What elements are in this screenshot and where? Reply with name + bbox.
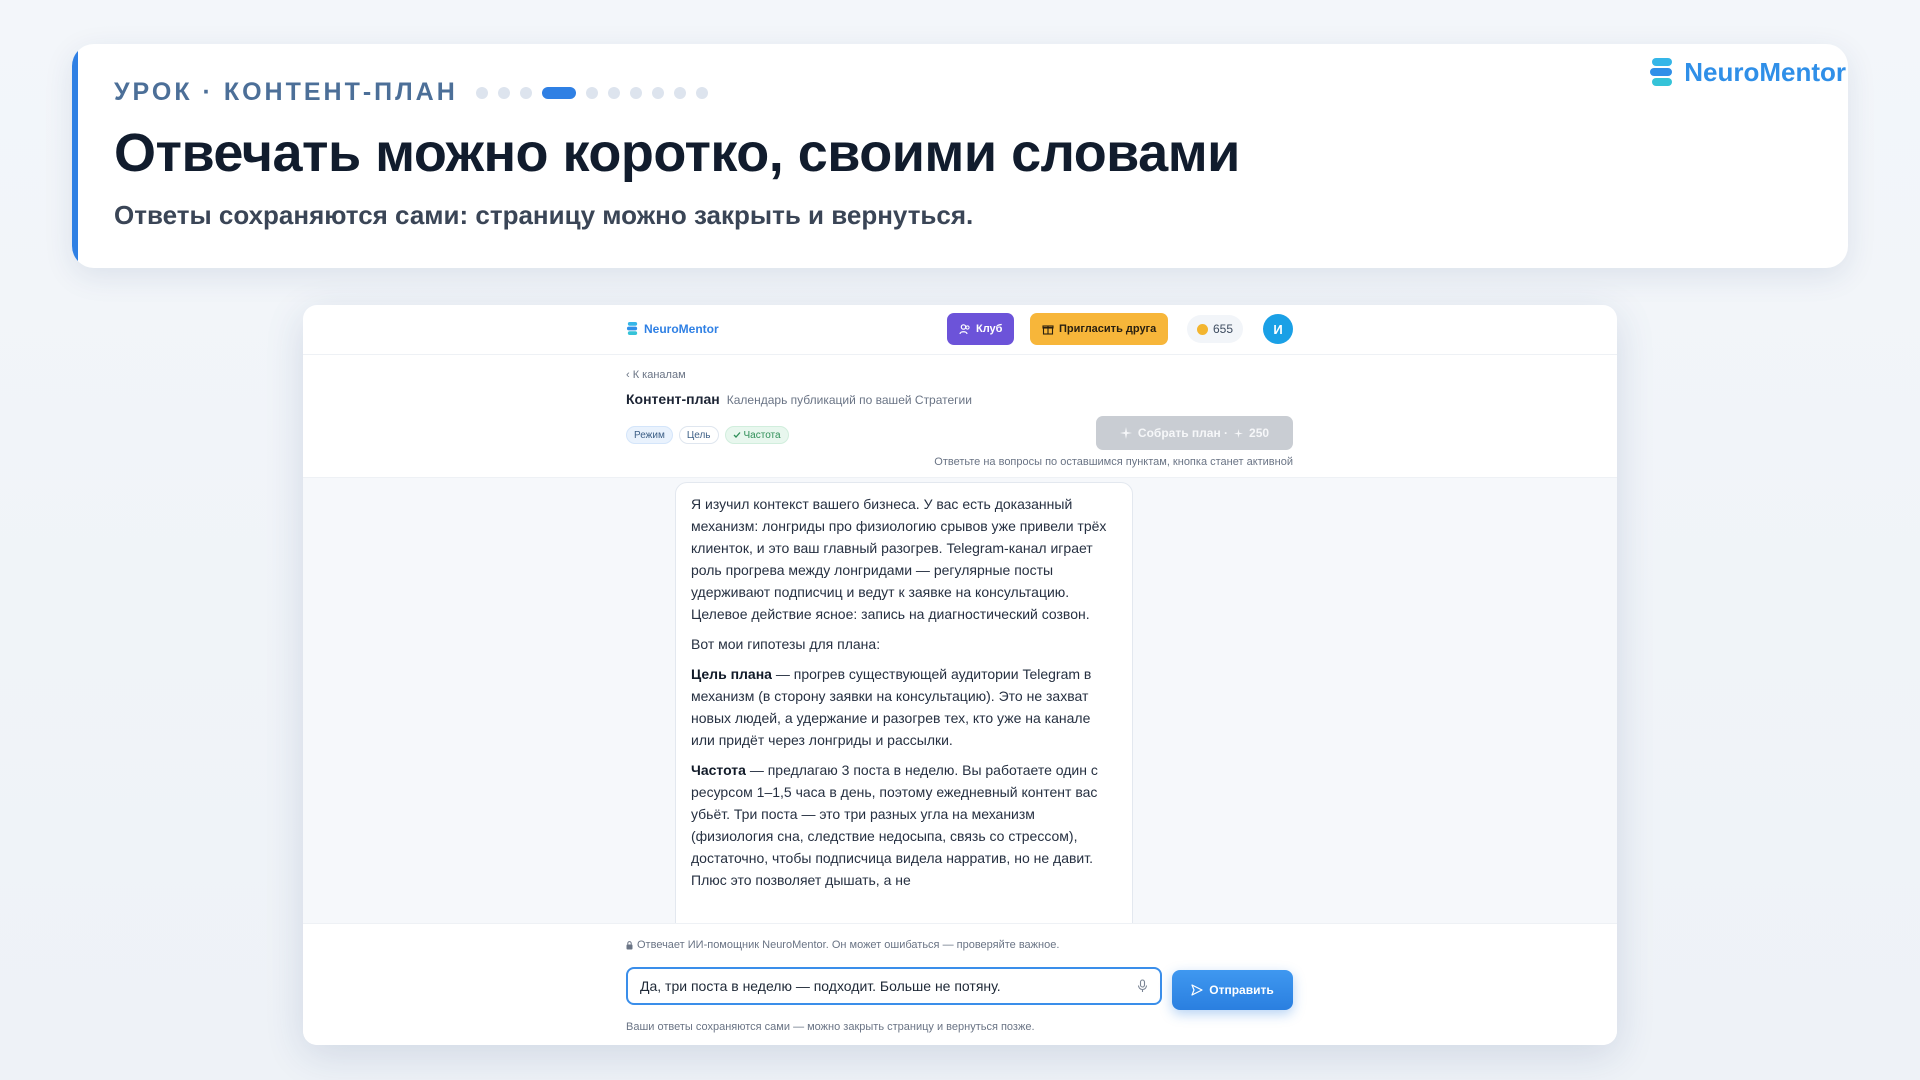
assistant-message: Я изучил контекст вашего бизнеса. У вас …: [675, 482, 1133, 923]
chat-area[interactable]: Я изучил контекст вашего бизнеса. У вас …: [303, 478, 1617, 923]
app-header: NeuroMentor Клуб Пригласить друга 655 И: [303, 305, 1617, 355]
send-button-label: Отправить: [1209, 983, 1274, 997]
progress-dot: [651, 86, 664, 99]
invite-friend-label: Пригласить друга: [1059, 323, 1157, 335]
page-title-row: Контент-план Календарь публикаций по ваш…: [626, 391, 972, 407]
message-paragraph: Частота — предлагаю 3 поста в неделю. Вы…: [691, 759, 1117, 891]
build-plan-hint: Ответьте на вопросы по оставшимся пункта…: [934, 456, 1293, 468]
microphone-icon[interactable]: [1137, 979, 1148, 993]
progress-dot: [475, 86, 488, 99]
ai-disclaimer-text: Отвечает ИИ-помощник NeuroMentor. Он мож…: [637, 939, 1060, 951]
back-to-channels-link[interactable]: ‹ К каналам: [626, 369, 686, 381]
club-button-label: Клуб: [976, 323, 1003, 335]
progress-dot: [607, 86, 620, 99]
check-icon: [733, 432, 741, 438]
progress-dot: [519, 86, 532, 99]
message-bold: Частота: [691, 762, 746, 778]
app-brand[interactable]: NeuroMentor: [626, 321, 719, 336]
avatar[interactable]: И: [1263, 314, 1293, 344]
accent-bar: [72, 44, 78, 268]
chip-label: Цель: [686, 429, 711, 441]
progress-dot: [673, 86, 686, 99]
progress-dot-current: [541, 86, 576, 99]
ai-disclaimer: Отвечает ИИ-помощник NeuroMentor. Он мож…: [626, 939, 1059, 951]
coin-balance[interactable]: 655: [1187, 315, 1244, 343]
lesson-eyebrow-text: УРОК · КОНТЕНТ-ПЛАН: [114, 78, 458, 106]
build-plan-cost: 250: [1249, 426, 1270, 440]
message-bold: Цель плана: [691, 666, 772, 682]
invite-friend-button[interactable]: Пригласить друга: [1030, 313, 1169, 345]
brand-name: NeuroMentor: [1684, 56, 1846, 87]
users-icon: [959, 324, 970, 335]
progress-dot: [585, 86, 598, 99]
app-window: NeuroMentor Клуб Пригласить друга 655 И …: [303, 305, 1617, 1045]
autosave-note: Ваши ответы сохраняются сами — можно зак…: [626, 1021, 1035, 1033]
page-title: Контент-план: [626, 391, 720, 407]
coin-icon: [1197, 323, 1208, 335]
progress-dot: [695, 86, 708, 99]
send-button[interactable]: Отправить: [1172, 970, 1293, 1010]
lesson-progress-dots: [475, 86, 708, 99]
brand-logo: NeuroMentor: [1648, 56, 1846, 88]
coin-balance-value: 655: [1213, 322, 1234, 336]
sparkle-icon: [1119, 427, 1132, 439]
send-icon: [1191, 984, 1203, 996]
message-paragraph: Цель плана — прогрев существующей аудито…: [691, 663, 1117, 751]
composer: Отвечает ИИ-помощник NeuroMentor. Он мож…: [303, 923, 1617, 1045]
progress-chips: Режим Цель Частота: [626, 426, 789, 444]
message-paragraph: Вот мои гипотезы для плана:: [691, 636, 881, 652]
app-brand-name: NeuroMentor: [644, 321, 719, 336]
page-description: Календарь публикаций по вашей Стратегии: [726, 393, 972, 407]
message-text: — предлагаю 3 поста в неделю. Вы работае…: [691, 762, 1098, 888]
neuromentor-logo-icon: [626, 322, 638, 335]
chip-mode[interactable]: Режим: [626, 426, 673, 444]
chip-frequency[interactable]: Частота: [724, 426, 789, 444]
message-input-box[interactable]: [626, 967, 1162, 1005]
chip-goal[interactable]: Цель: [678, 426, 719, 444]
sparkle-icon: [1234, 428, 1244, 438]
club-button[interactable]: Клуб: [947, 313, 1015, 345]
chip-label: Режим: [634, 429, 665, 441]
build-plan-button[interactable]: Собрать план · 250: [1096, 416, 1293, 450]
lesson-eyebrow: УРОК · КОНТЕНТ-ПЛАН: [114, 78, 708, 107]
neuromentor-logo-icon: [1650, 58, 1673, 86]
lesson-card: УРОК · КОНТЕНТ-ПЛАН Отвечать можно корот…: [72, 44, 1848, 268]
progress-dot: [629, 86, 642, 99]
build-plan-label: Собрать план ·: [1137, 426, 1229, 440]
lesson-title: Отвечать можно коротко, своими словами: [114, 123, 1240, 183]
message-paragraph: Я изучил контекст вашего бизнеса. У вас …: [691, 496, 1107, 622]
message-input[interactable]: [640, 978, 1137, 994]
chip-label: Частота: [743, 429, 781, 441]
gift-icon: [1042, 325, 1054, 335]
lock-icon: [626, 940, 633, 949]
progress-dot: [497, 86, 510, 99]
page-top: ‹ К каналам Контент-план Календарь публи…: [303, 355, 1617, 478]
lesson-subtitle: Ответы сохраняются сами: страницу можно …: [114, 200, 974, 230]
